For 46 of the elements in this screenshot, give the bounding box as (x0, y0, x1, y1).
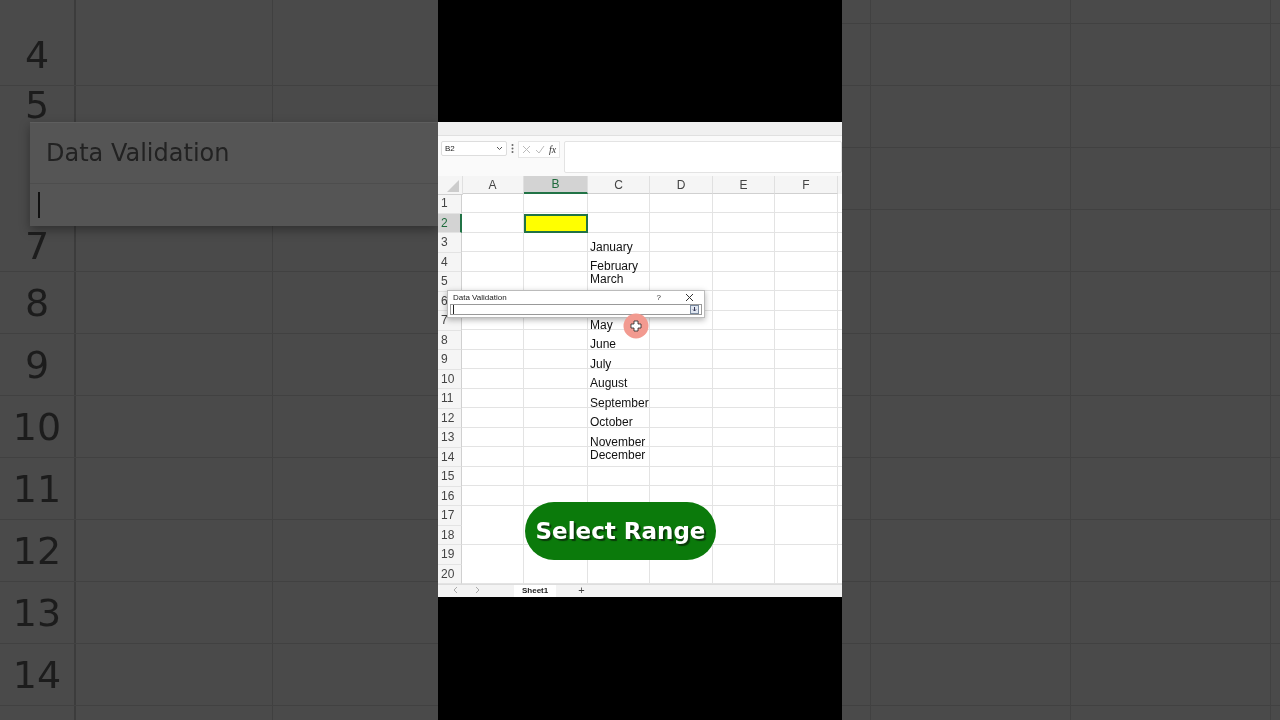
row-header[interactable]: 14 (438, 447, 462, 467)
table-cell[interactable]: January (588, 233, 650, 253)
sheet-tab[interactable]: Sheet1 (514, 585, 557, 597)
row-header[interactable]: 5 (438, 272, 462, 292)
expand-icon[interactable] (690, 305, 699, 314)
dialog-title: Data Validation (453, 293, 508, 302)
row-header[interactable]: 2 (438, 213, 462, 233)
row-header[interactable]: 12 (438, 408, 462, 428)
caption-banner: Select Range (525, 502, 716, 560)
column-header[interactable]: F (775, 176, 838, 194)
row-header[interactable]: 16 (438, 486, 462, 506)
table-cell[interactable]: July (588, 350, 650, 370)
row-header[interactable]: 10 (438, 369, 462, 389)
text-cursor (38, 192, 40, 218)
dropdown-icon (496, 145, 503, 151)
cancel-icon[interactable] (522, 144, 531, 154)
formula-input[interactable] (564, 140, 842, 173)
insert-function-button[interactable]: fx (549, 143, 557, 155)
column-header[interactable]: B (524, 176, 588, 194)
column-header[interactable]: C (588, 176, 650, 194)
row-header[interactable]: 8 (438, 330, 462, 350)
row-header[interactable]: 18 (438, 525, 462, 545)
row-header[interactable]: 4 (438, 252, 462, 272)
table-cell[interactable]: December (588, 447, 650, 467)
row-header[interactable]: 15 (438, 467, 462, 487)
row-header[interactable]: 13 (438, 428, 462, 448)
add-sheet-button[interactable]: + (578, 585, 585, 595)
row-header[interactable]: 3 (438, 233, 462, 253)
table-cell[interactable]: March (588, 272, 650, 292)
sheet-nav-icon[interactable] (452, 585, 482, 595)
table-cell[interactable]: September (588, 389, 650, 409)
name-box[interactable]: B2 (441, 140, 507, 156)
selected-cell[interactable] (524, 213, 588, 233)
column-header[interactable]: D (650, 176, 713, 194)
table-cell[interactable]: November (588, 428, 650, 448)
row-header[interactable]: 9 (438, 350, 462, 370)
row-header[interactable]: 17 (438, 506, 462, 526)
row-header[interactable]: 20 (438, 564, 462, 584)
range-input[interactable] (450, 304, 702, 315)
check-icon[interactable] (535, 144, 545, 154)
row-header[interactable]: 19 (438, 545, 462, 565)
column-header[interactable]: E (713, 176, 775, 194)
row-header[interactable]: 1 (438, 194, 462, 214)
row-header[interactable]: 11 (438, 389, 462, 409)
close-icon[interactable] (685, 293, 694, 302)
help-button[interactable]: ? (656, 293, 661, 302)
